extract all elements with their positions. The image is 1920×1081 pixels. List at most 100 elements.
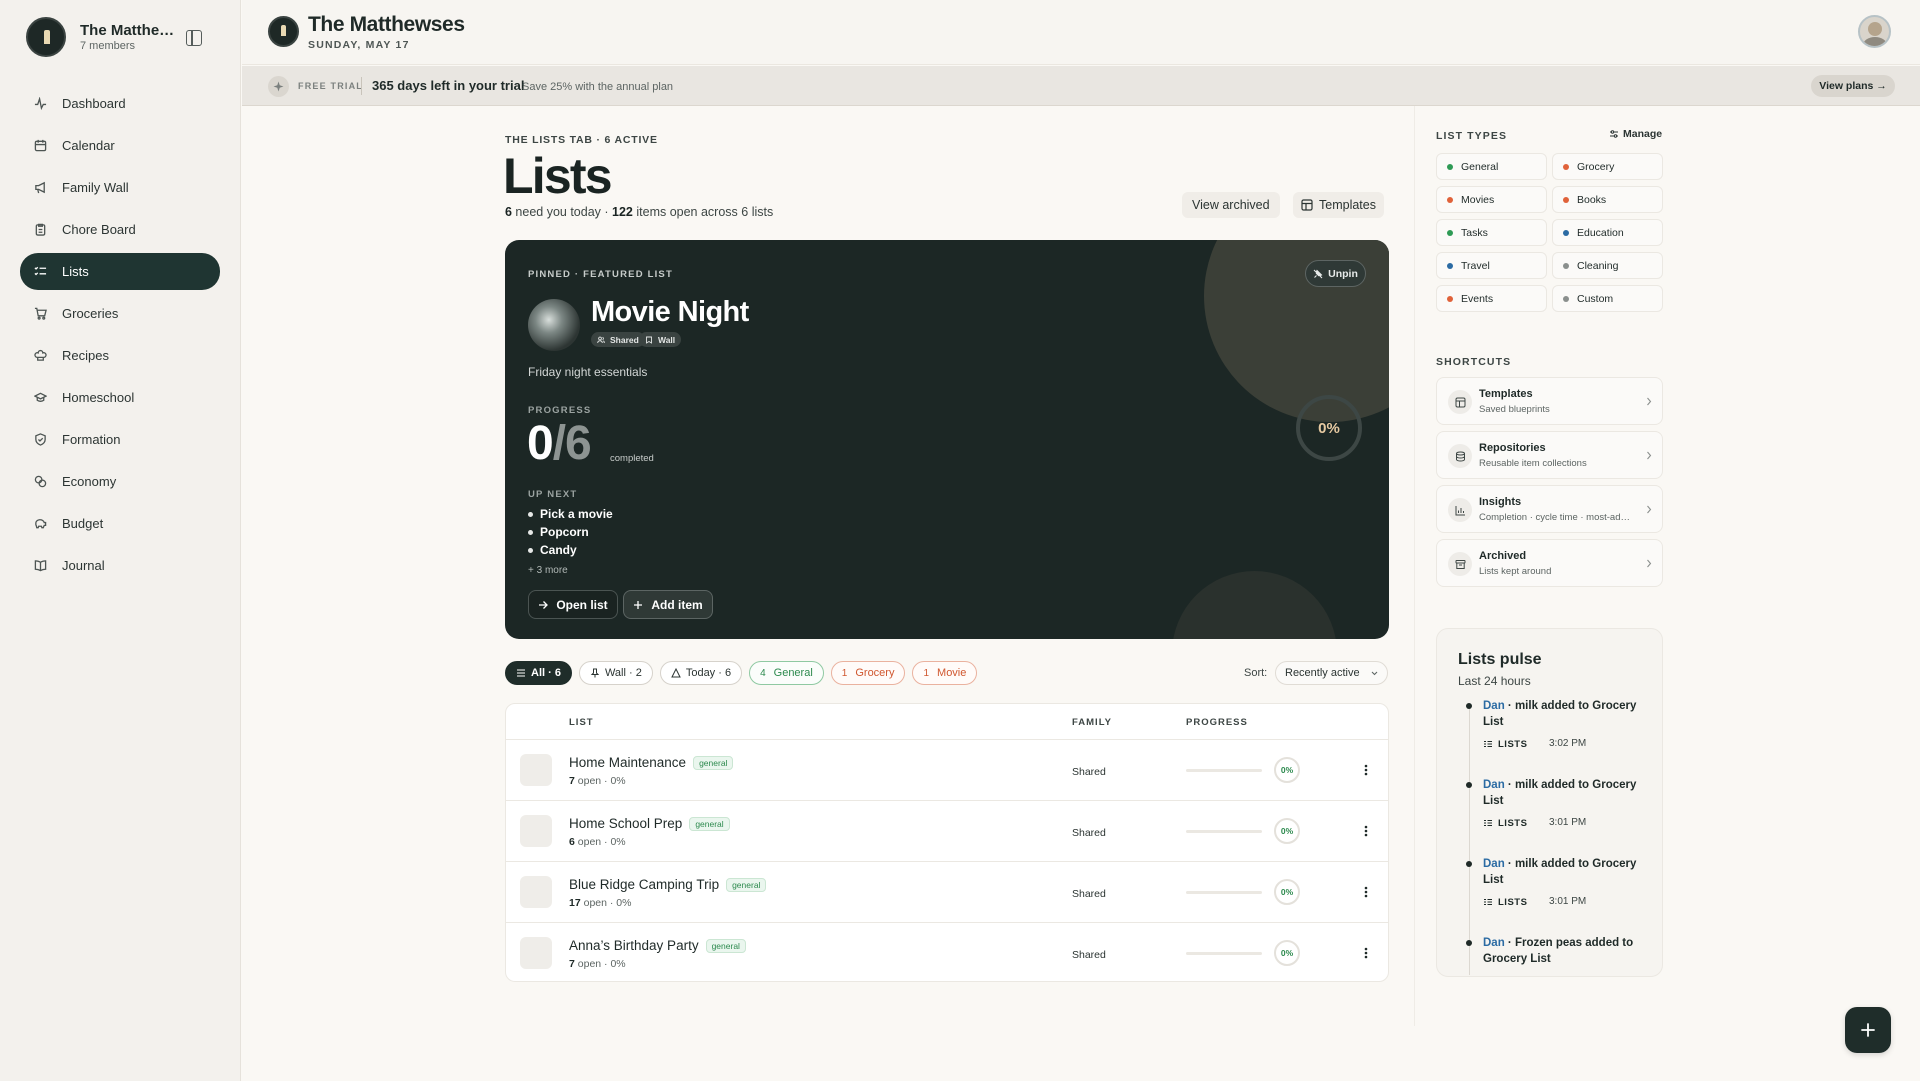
nav-item-lists[interactable]: Lists — [20, 253, 220, 290]
activity-user[interactable]: Dan — [1483, 937, 1505, 949]
filter-wall[interactable]: Wall · 2 — [578, 661, 653, 685]
member-count: 7 members — [80, 40, 136, 52]
status-dot — [1447, 196, 1453, 203]
bookmark-icon — [646, 336, 652, 344]
list-type-tag: general — [705, 939, 746, 953]
calendar-icon — [34, 139, 47, 152]
filter-today[interactable]: Today · 6 — [659, 661, 743, 685]
list-title: Home Maintenance — [569, 755, 687, 770]
filter-label: Grocery — [855, 667, 895, 679]
page-summary: 6 need you today · 122 items open across… — [505, 205, 773, 219]
page-title: Lists — [503, 148, 612, 204]
nav-item-economy[interactable]: Economy — [20, 463, 220, 500]
view-archived-button[interactable]: View archived — [1182, 192, 1280, 218]
nav-item-chore-board[interactable]: Chore Board — [20, 211, 220, 248]
up-next-item: Candy — [528, 543, 613, 561]
more-options-icon[interactable] — [1354, 819, 1378, 843]
sort-select[interactable]: Recently active — [1275, 661, 1388, 685]
nav-item-homeschool[interactable]: Homeschool — [20, 379, 220, 416]
lists-pulse-panel: Lists pulse Last 24 hours Dan · milk add… — [1436, 628, 1663, 977]
list-type-events[interactable]: Events — [1436, 285, 1547, 312]
nav-item-family-wall[interactable]: Family Wall — [20, 169, 220, 206]
nav-item-formation[interactable]: Formation — [20, 421, 220, 458]
list-type-label: Tasks — [1461, 226, 1488, 239]
shortcut-repositories[interactable]: Repositories Reusable item collections — [1436, 431, 1663, 479]
open-list-button[interactable]: Open list — [528, 590, 618, 619]
filter-movie[interactable]: 1 Movie — [912, 661, 978, 685]
filter-label: All · 6 — [531, 667, 561, 679]
add-list-button[interactable] — [1845, 1007, 1891, 1053]
list-type-education[interactable]: Education — [1552, 219, 1663, 246]
status-dot — [1447, 262, 1453, 269]
progress-percent: 0% — [1274, 818, 1300, 844]
collapse-sidebar-icon[interactable] — [186, 30, 202, 46]
add-item-button[interactable]: Add item — [623, 590, 713, 619]
manage-list-types-button[interactable]: Manage — [1609, 128, 1662, 140]
featured-eyebrow: PINNED · FEATURED LIST — [528, 269, 673, 280]
activity-user[interactable]: Dan — [1483, 858, 1505, 870]
nav-item-dashboard[interactable]: Dashboard — [20, 85, 220, 122]
filter-count: 4 — [760, 667, 766, 679]
activity-user[interactable]: Dan — [1483, 779, 1505, 791]
filter-label: General — [773, 667, 813, 679]
add-item-label: Add item — [651, 597, 703, 612]
timeline-line — [1469, 705, 1470, 975]
filter-general[interactable]: 4 General — [749, 661, 824, 685]
list-type-cleaning[interactable]: Cleaning — [1552, 252, 1663, 279]
unpin-button[interactable]: Unpin — [1305, 260, 1366, 287]
shortcut-templates[interactable]: Templates Saved blueprints — [1436, 377, 1663, 425]
featured-list-title[interactable]: Movie Night — [591, 296, 749, 329]
shortcut-archived[interactable]: Archived Lists kept around — [1436, 539, 1663, 587]
nav-label: Economy — [62, 474, 117, 489]
manage-label: Manage — [1623, 128, 1663, 140]
list-type-travel[interactable]: Travel — [1436, 252, 1547, 279]
nav-item-budget[interactable]: Budget — [20, 505, 220, 542]
progress-percent: 0% — [1274, 757, 1300, 783]
shared-label: Shared — [610, 334, 639, 345]
more-options-icon[interactable] — [1354, 941, 1378, 965]
shield-icon — [35, 433, 46, 446]
user-avatar[interactable] — [1858, 15, 1891, 48]
list-name: Anna’s Birthday Party general — [569, 938, 746, 953]
activity-source: LISTS — [1483, 815, 1527, 831]
more-options-icon[interactable] — [1354, 880, 1378, 904]
list-type-general[interactable]: General — [1436, 153, 1547, 180]
list-type-books[interactable]: Books — [1552, 186, 1663, 213]
arrow-right-icon — [539, 600, 549, 609]
more-options-icon[interactable] — [1354, 758, 1378, 782]
list-family: Shared — [1072, 888, 1106, 900]
table-row[interactable]: Blue Ridge Camping Trip general 17 open ·… — [506, 862, 1388, 923]
list-cover-image — [528, 299, 580, 351]
table-row[interactable]: Anna’s Birthday Party general 7 open · 0%… — [506, 923, 1388, 981]
nav-label: Dashboard — [62, 96, 126, 111]
list-type-grocery[interactable]: Grocery — [1552, 153, 1663, 180]
list-type-tag: general — [689, 817, 730, 831]
filter-all[interactable]: All · 6 — [505, 661, 572, 685]
shortcuts-title: SHORTCUTS — [1436, 356, 1512, 368]
nav-item-journal[interactable]: Journal — [20, 547, 220, 584]
nav-item-calendar[interactable]: Calendar — [20, 127, 220, 164]
nav-item-recipes[interactable]: Recipes — [20, 337, 220, 374]
filter-grocery[interactable]: 1 Grocery — [830, 661, 906, 685]
shortcut-insights[interactable]: Insights Completion · cycle time · most-… — [1436, 485, 1663, 533]
activity-time: 3:02 PM — [1549, 738, 1587, 749]
list-type-label: Education — [1577, 226, 1624, 239]
status-dot — [1563, 262, 1569, 269]
view-plans-button[interactable]: View plans → — [1811, 75, 1895, 97]
list-type-custom[interactable]: Custom — [1552, 285, 1663, 312]
family-header[interactable]: The Matthe… 7 members — [26, 17, 216, 59]
chevron-right-icon — [1647, 505, 1652, 514]
activity-user[interactable]: Dan — [1483, 700, 1505, 712]
table-row[interactable]: Home School Prep general 6 open · 0% Shar… — [506, 801, 1388, 862]
divider — [361, 77, 362, 95]
table-row[interactable]: Home Maintenance general 7 open · 0% Shar… — [506, 740, 1388, 801]
list-type-movies[interactable]: Movies — [1436, 186, 1547, 213]
column-header-family: FAMILY — [1072, 717, 1112, 728]
templates-button[interactable]: Templates — [1293, 192, 1384, 218]
nav-item-groceries[interactable]: Groceries — [20, 295, 220, 332]
up-next-item: Popcorn — [528, 525, 613, 543]
more-items[interactable]: + 3 more — [528, 565, 568, 576]
wall-label: Wall — [658, 334, 676, 345]
list-type-tasks[interactable]: Tasks — [1436, 219, 1547, 246]
list-name: Home School Prep general — [569, 816, 730, 831]
